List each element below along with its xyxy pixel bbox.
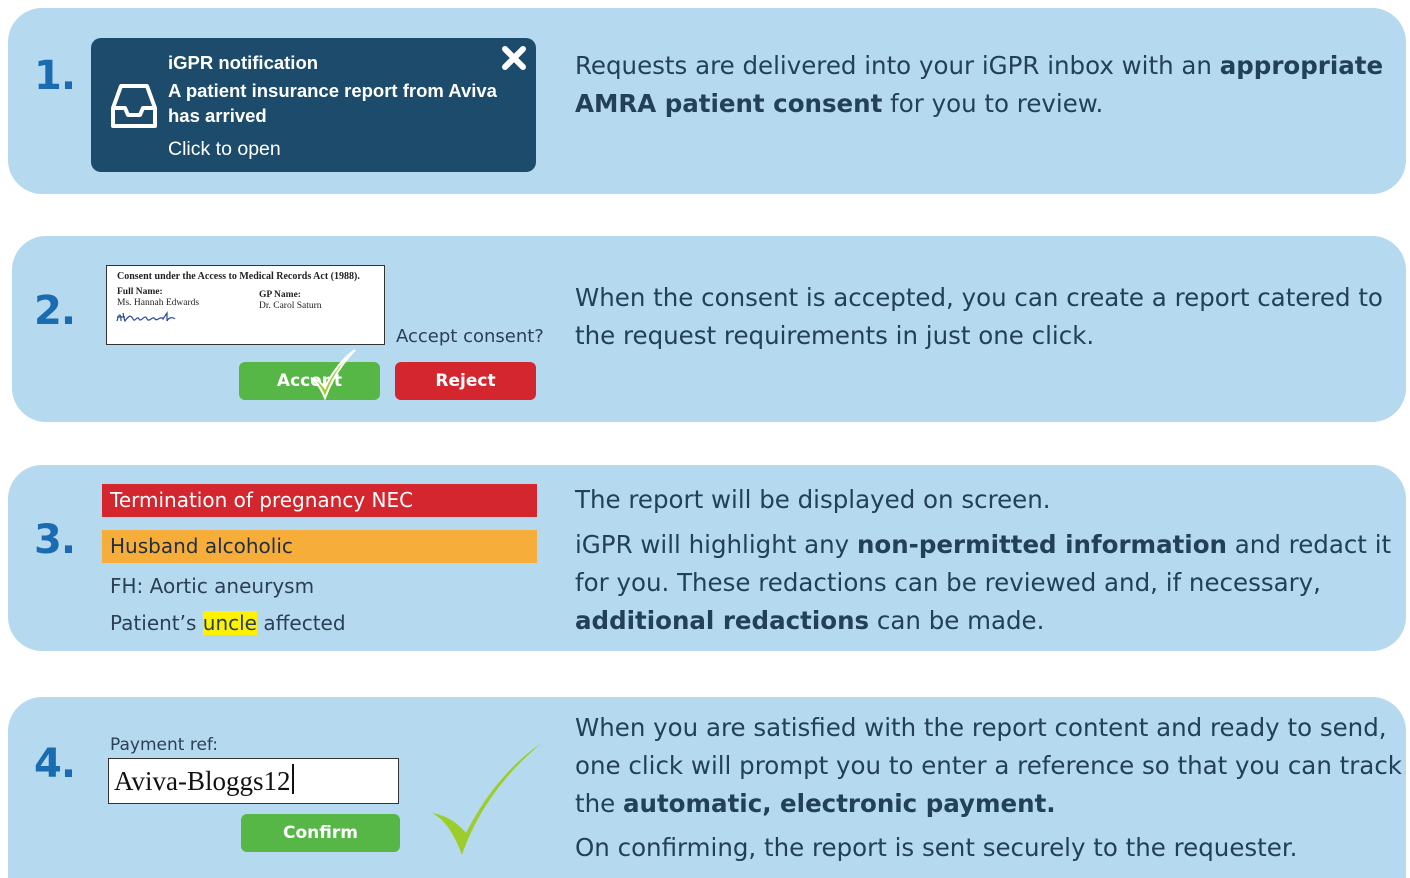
record-line-highlighted: Patient’s uncle affected xyxy=(110,611,346,635)
step-number: 3. xyxy=(34,517,76,563)
close-icon[interactable] xyxy=(500,44,528,72)
payment-ref-input[interactable]: Aviva-Bloggs12 xyxy=(108,758,399,804)
notification-link[interactable]: Click to open xyxy=(168,138,281,161)
notification-message: A patient insurance report from Aviva ha… xyxy=(168,80,497,126)
notification-card[interactable]: iGPR notification A patient insurance re… xyxy=(91,38,536,172)
checkmark-icon xyxy=(310,349,356,401)
consent-form: Consent under the Access to Medical Reco… xyxy=(106,265,385,345)
full-name-value: Ms. Hannah Edwards xyxy=(117,298,200,308)
checkmark-icon xyxy=(432,743,542,855)
record-line: FH: Aortic aneurysm xyxy=(110,574,315,598)
redaction-orange-item[interactable]: Husband alcoholic xyxy=(102,530,537,563)
gp-name-label: GP Name: xyxy=(259,290,301,300)
gp-name-value: Dr. Carol Saturn xyxy=(259,301,322,311)
accept-consent-question: Accept consent? xyxy=(396,326,544,347)
payment-ref-label: Payment ref: xyxy=(110,735,219,755)
step-number: 2. xyxy=(34,288,76,334)
inbox-icon xyxy=(111,84,157,128)
confirm-button[interactable]: Confirm xyxy=(241,814,400,852)
step-number: 4. xyxy=(34,741,76,787)
step-3-panel: 3. Termination of pregnancy NEC Husband … xyxy=(8,465,1406,651)
step-4-description: When you are satisfied with the report c… xyxy=(575,713,1402,862)
reject-button[interactable]: Reject xyxy=(395,362,536,400)
full-name-label: Full Name: xyxy=(117,287,163,297)
step-4-panel: 4. Payment ref: Aviva-Bloggs12 Confirm W… xyxy=(8,697,1406,878)
signature xyxy=(116,311,176,323)
step-2-description: When the consent is accepted, you can cr… xyxy=(575,283,1383,350)
step-1-panel: 1. iGPR notification A patient insurance… xyxy=(8,8,1406,194)
step-3-description: The report will be displayed on screen. … xyxy=(575,485,1392,635)
notification-title: iGPR notification xyxy=(168,52,319,73)
highlighted-word[interactable]: uncle xyxy=(202,611,257,635)
consent-heading: Consent under the Access to Medical Reco… xyxy=(117,271,360,282)
step-2-panel: 2. Consent under the Access to Medical R… xyxy=(12,236,1406,422)
step-1-description: Requests are delivered into your iGPR in… xyxy=(575,51,1384,118)
redaction-red-item[interactable]: Termination of pregnancy NEC xyxy=(102,484,537,517)
step-number: 1. xyxy=(34,53,76,99)
